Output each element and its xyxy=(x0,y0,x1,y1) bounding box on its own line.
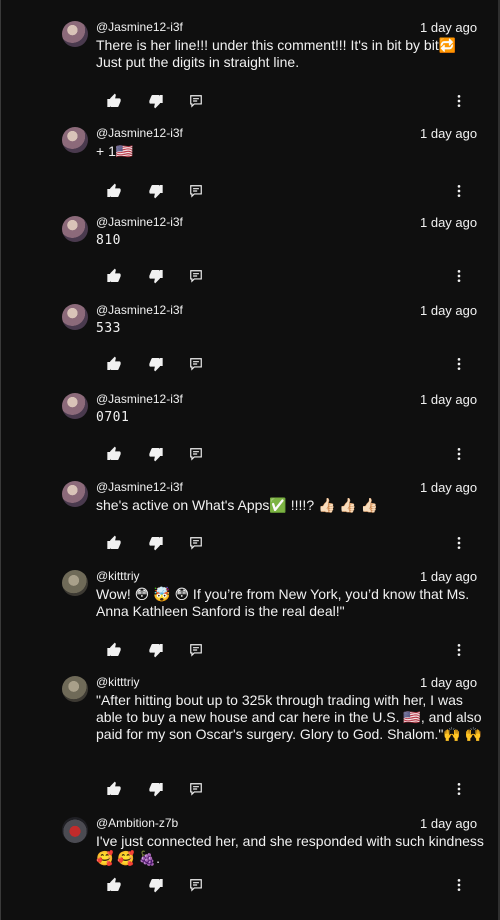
comment-time[interactable]: 1 day ago xyxy=(420,20,477,35)
comment-text: + 1🇺🇸 xyxy=(96,143,134,159)
comment-time[interactable]: 1 day ago xyxy=(420,126,477,141)
comment-time[interactable]: 1 day ago xyxy=(420,480,477,495)
comment-actions xyxy=(104,875,484,895)
reply-icon[interactable] xyxy=(186,91,206,111)
comment-author[interactable]: @Jasmine12-i3f xyxy=(96,20,183,35)
thumb-up-icon[interactable] xyxy=(104,875,124,895)
reply-icon[interactable] xyxy=(186,640,206,660)
avatar[interactable] xyxy=(62,21,88,47)
thumb-down-icon[interactable] xyxy=(146,181,166,201)
reply-icon[interactable] xyxy=(186,181,206,201)
reply-icon[interactable] xyxy=(186,266,206,286)
reply-icon[interactable] xyxy=(186,354,206,374)
comment-text: 533 xyxy=(96,321,121,336)
thumb-up-icon[interactable] xyxy=(104,354,124,374)
avatar[interactable] xyxy=(62,304,88,330)
more-vert-icon[interactable] xyxy=(449,533,469,553)
comment-time[interactable]: 1 day ago xyxy=(420,303,477,318)
comment-author[interactable]: @Jasmine12-i3f xyxy=(96,480,183,495)
comment-time[interactable]: 1 day ago xyxy=(420,675,477,690)
comment-actions xyxy=(104,640,484,660)
comment-author[interactable]: @Jasmine12-i3f xyxy=(96,126,183,141)
avatar[interactable] xyxy=(62,127,88,153)
thumb-up-icon[interactable] xyxy=(104,266,124,286)
comment-text: Wow! 😳 🤯 😳 If you’re from New York, you’… xyxy=(96,586,473,619)
more-vert-icon[interactable] xyxy=(449,779,469,799)
avatar[interactable] xyxy=(62,817,88,843)
more-vert-icon[interactable] xyxy=(449,354,469,374)
avatar[interactable] xyxy=(62,570,88,596)
thumb-down-icon[interactable] xyxy=(146,91,166,111)
comment-time[interactable]: 1 day ago xyxy=(420,215,477,230)
thumb-down-icon[interactable] xyxy=(146,266,166,286)
comment-actions xyxy=(104,181,484,201)
more-vert-icon[interactable] xyxy=(449,91,469,111)
comment-author[interactable]: @kitttriy xyxy=(96,675,140,690)
thumb-up-icon[interactable] xyxy=(104,533,124,553)
comment-author[interactable]: @Jasmine12-i3f xyxy=(96,392,183,407)
comment-text: 0701 xyxy=(96,410,130,425)
thumb-up-icon[interactable] xyxy=(104,181,124,201)
comment-author[interactable]: @Ambition-z7b xyxy=(96,816,178,831)
comment-time[interactable]: 1 day ago xyxy=(420,392,477,407)
reply-icon[interactable] xyxy=(186,444,206,464)
reply-icon[interactable] xyxy=(186,533,206,553)
comment-text: I've just connected her, and she respond… xyxy=(96,833,488,866)
more-vert-icon[interactable] xyxy=(449,266,469,286)
comment-text: 810 xyxy=(96,233,121,248)
avatar[interactable] xyxy=(62,481,88,507)
thumb-down-icon[interactable] xyxy=(146,875,166,895)
comment-time[interactable]: 1 day ago xyxy=(420,816,477,831)
comment-actions xyxy=(104,779,484,799)
thumb-up-icon[interactable] xyxy=(104,640,124,660)
left-border xyxy=(0,0,1,920)
thumb-down-icon[interactable] xyxy=(146,640,166,660)
comment-text: There is her line!!! under this comment!… xyxy=(96,37,457,70)
comment-author[interactable]: @Jasmine12-i3f xyxy=(96,215,183,230)
comment-text: "After hitting bout up to 325k through t… xyxy=(96,692,486,742)
reply-icon[interactable] xyxy=(186,779,206,799)
comment-actions xyxy=(104,91,484,111)
reply-icon[interactable] xyxy=(186,875,206,895)
more-vert-icon[interactable] xyxy=(449,181,469,201)
thumb-up-icon[interactable] xyxy=(104,444,124,464)
thumb-down-icon[interactable] xyxy=(146,533,166,553)
avatar[interactable] xyxy=(62,393,88,419)
comment-text: she's active on What's Apps✅ !!!!? 👍🏻 👍🏻… xyxy=(96,497,379,513)
comment-actions xyxy=(104,444,484,464)
thumb-down-icon[interactable] xyxy=(146,444,166,464)
comment-author[interactable]: @Jasmine12-i3f xyxy=(96,303,183,318)
avatar[interactable] xyxy=(62,216,88,242)
thumb-up-icon[interactable] xyxy=(104,91,124,111)
comment-actions xyxy=(104,354,484,374)
comment-actions xyxy=(104,533,484,553)
thumb-down-icon[interactable] xyxy=(146,354,166,374)
more-vert-icon[interactable] xyxy=(449,875,469,895)
comment-author[interactable]: @kitttriy xyxy=(96,569,140,584)
more-vert-icon[interactable] xyxy=(449,640,469,660)
comment-time[interactable]: 1 day ago xyxy=(420,569,477,584)
more-vert-icon[interactable] xyxy=(449,444,469,464)
thumb-up-icon[interactable] xyxy=(104,779,124,799)
avatar[interactable] xyxy=(62,676,88,702)
comment-actions xyxy=(104,266,484,286)
thumb-down-icon[interactable] xyxy=(146,779,166,799)
